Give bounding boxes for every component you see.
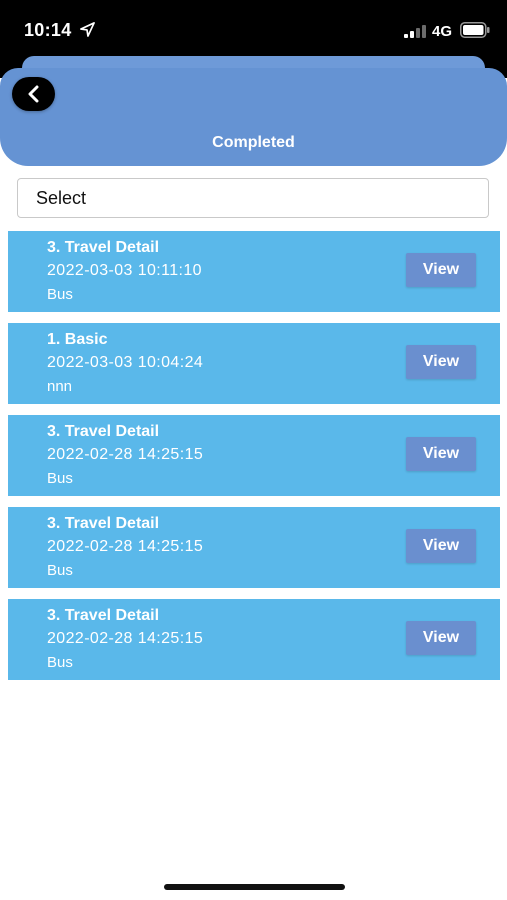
record-mode: Bus — [47, 286, 73, 303]
record-card: 3. Travel Detail 2022-02-28 14:25:15 Bus… — [8, 507, 500, 588]
view-button[interactable]: View — [406, 345, 476, 379]
record-datetime: 2022-03-03 10:04:24 — [47, 354, 204, 371]
record-title: 3. Travel Detail — [47, 239, 160, 256]
battery-icon — [460, 22, 490, 38]
view-button[interactable]: View — [406, 437, 476, 471]
record-title: 3. Travel Detail — [47, 423, 160, 440]
record-datetime: 2022-02-28 14:25:15 — [47, 538, 204, 555]
record-mode: Bus — [47, 562, 73, 579]
record-mode: Bus — [47, 470, 73, 487]
view-button[interactable]: View — [406, 253, 476, 287]
record-card: 1. Basic 2022-03-03 10:04:24 nnn View — [8, 323, 500, 404]
cellular-signal-icon — [404, 25, 426, 38]
status-time: 10:14 — [24, 20, 72, 40]
home-indicator[interactable] — [164, 884, 345, 890]
record-datetime: 2022-02-28 14:25:15 — [47, 630, 204, 647]
record-card: 3. Travel Detail 2022-02-28 14:25:15 Bus… — [8, 599, 500, 680]
network-type: 4G — [432, 23, 453, 40]
record-card: 3. Travel Detail 2022-03-03 10:11:10 Bus… — [8, 231, 500, 312]
location-arrow-icon — [80, 22, 95, 37]
record-title: 1. Basic — [47, 331, 108, 348]
record-mode: Bus — [47, 654, 73, 671]
chevron-left-icon — [28, 85, 38, 103]
record-title: 3. Travel Detail — [47, 607, 160, 624]
record-mode: nnn — [47, 378, 73, 395]
record-datetime: 2022-03-03 10:11:10 — [47, 262, 202, 279]
filter-select[interactable]: Select — [17, 178, 489, 218]
record-datetime: 2022-02-28 14:25:15 — [47, 446, 204, 463]
page-title: Completed — [212, 134, 295, 151]
record-title: 3. Travel Detail — [47, 515, 160, 532]
view-button[interactable]: View — [406, 529, 476, 563]
view-button[interactable]: View — [406, 621, 476, 655]
record-list: 3. Travel Detail 2022-03-03 10:11:10 Bus… — [8, 231, 500, 691]
back-button[interactable] — [12, 77, 55, 111]
record-card: 3. Travel Detail 2022-02-28 14:25:15 Bus… — [8, 415, 500, 496]
